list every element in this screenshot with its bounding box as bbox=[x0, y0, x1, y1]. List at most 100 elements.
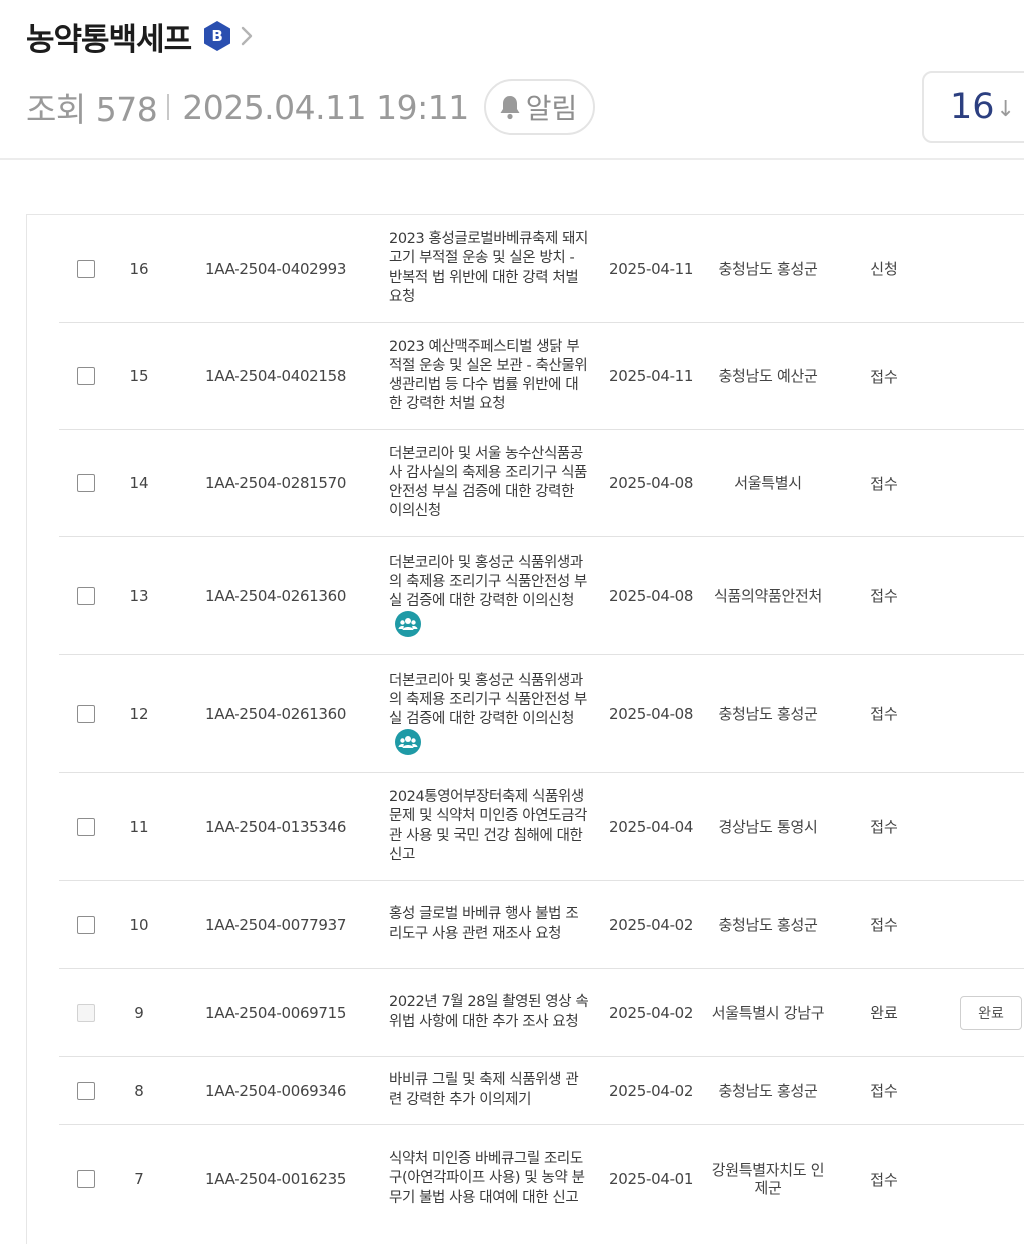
row-date: 2025-04-08 bbox=[609, 704, 694, 723]
row-status: 접수 bbox=[870, 367, 898, 386]
done-button[interactable]: 완료 bbox=[960, 995, 1022, 1030]
row-org: 충청남도 홍성군 bbox=[718, 1081, 818, 1100]
row-id: 1AA-2504-0135346 bbox=[205, 817, 347, 836]
row-id: 1AA-2504-0077937 bbox=[205, 915, 347, 934]
row-title[interactable]: 더본코리아 및 홍성군 식품위생과의 축제용 조리기구 식품안전성 부실 검증에… bbox=[389, 555, 587, 609]
alarm-button[interactable]: 알림 bbox=[483, 79, 596, 135]
row-checkbox[interactable] bbox=[77, 586, 95, 605]
row-date: 2025-04-02 bbox=[609, 915, 694, 934]
row-status: 접수 bbox=[870, 705, 898, 723]
row-date: 2025-04-08 bbox=[609, 586, 694, 605]
like-count: 16 bbox=[950, 87, 995, 127]
row-id: 1AA-2504-0402158 bbox=[205, 367, 347, 385]
meta-row: 조회 578 2025.04.11 19:11 알림 bbox=[26, 79, 596, 135]
row-org: 서울특별시 bbox=[734, 474, 802, 492]
row-checkbox[interactable] bbox=[77, 1081, 95, 1100]
row-checkbox[interactable] bbox=[77, 915, 95, 934]
badge-icon: B bbox=[201, 20, 233, 52]
row-date: 2025-04-04 bbox=[609, 817, 694, 836]
title-cell: 식약처 미인증 바베큐그릴 조리도구(아연각파이프 사용) 및 농약 분무기 불… bbox=[389, 1125, 589, 1233]
row-status: 접수 bbox=[870, 1170, 898, 1189]
row-number: 9 bbox=[134, 1003, 144, 1022]
row-checkbox[interactable] bbox=[77, 1170, 95, 1188]
check-cell bbox=[77, 215, 97, 322]
row-checkbox[interactable] bbox=[77, 474, 95, 492]
author-row: 농약통백세프 B bbox=[26, 14, 257, 58]
check-cell bbox=[77, 537, 97, 654]
people-icon bbox=[395, 729, 421, 756]
row-id: 1AA-2504-0069715 bbox=[205, 1003, 347, 1022]
row-org: 충청남도 홍성군 bbox=[718, 259, 818, 278]
row-title[interactable]: 더본코리아 및 서울 농수산식품공사 감사실의 축제용 조리기구 식품안전성 부… bbox=[389, 445, 589, 522]
row-number: 10 bbox=[129, 915, 149, 934]
title-cell: 바비큐 그릴 및 축제 식품위생 관련 강력한 추가 이의제기 bbox=[389, 1057, 589, 1124]
row-status: 완료 bbox=[870, 1004, 898, 1022]
title-wrap: 더본코리아 및 홍성군 식품위생과의 축제용 조리기구 식품안전성 부실 검증에… bbox=[389, 554, 589, 638]
table-row: 8 1AA-2504-0069346 바비큐 그릴 및 축제 식품위생 관련 강… bbox=[59, 1057, 1024, 1125]
row-status: 접수 bbox=[870, 1082, 898, 1100]
arrow-down-icon: ↓ bbox=[996, 96, 1015, 122]
row-title[interactable]: 2022년 7월 28일 촬영된 영상 속 위법 사항에 대한 추가 조사 요청 bbox=[389, 993, 589, 1031]
check-cell bbox=[77, 655, 97, 772]
check-cell bbox=[77, 969, 97, 1056]
alarm-label: 알림 bbox=[525, 92, 578, 125]
row-status: 접수 bbox=[870, 818, 898, 836]
row-status: 접수 bbox=[870, 474, 898, 493]
row-title[interactable]: 2023 예산맥주페스티벌 생닭 부적절 운송 및 실온 보관 - 축산물위생관… bbox=[389, 338, 589, 415]
row-title[interactable]: 2023 홍성글로벌바베큐축제 돼지고기 부적절 운송 및 실온 방치 - 반복… bbox=[389, 230, 589, 307]
like-count-button[interactable]: 16 ↓ bbox=[922, 71, 1024, 143]
badge-letter: B bbox=[211, 27, 223, 45]
row-date: 2025-04-01 bbox=[609, 1170, 694, 1188]
title-cell: 2023 예산맥주페스티벌 생닭 부적절 운송 및 실온 보관 - 축산물위생관… bbox=[389, 323, 589, 429]
row-id: 1AA-2504-0281570 bbox=[205, 474, 347, 492]
row-date: 2025-04-11 bbox=[609, 367, 694, 385]
table-row: 15 1AA-2504-0402158 2023 예산맥주페스티벌 생닭 부적절… bbox=[59, 323, 1024, 430]
row-date: 2025-04-02 bbox=[609, 1003, 694, 1022]
title-cell: 더본코리아 및 홍성군 식품위생과의 축제용 조리기구 식품안전성 부실 검증에… bbox=[389, 537, 589, 654]
row-number: 15 bbox=[129, 367, 149, 385]
row-id: 1AA-2504-0016235 bbox=[205, 1170, 347, 1188]
row-number: 14 bbox=[129, 474, 149, 492]
row-org: 식품의약품안전처 bbox=[713, 586, 822, 605]
row-checkbox[interactable] bbox=[77, 367, 95, 385]
row-checkbox-disabled bbox=[77, 1003, 95, 1022]
row-date: 2025-04-02 bbox=[609, 1081, 694, 1100]
title-cell: 더본코리아 및 홍성군 식품위생과의 축제용 조리기구 식품안전성 부실 검증에… bbox=[389, 655, 589, 772]
row-id: 1AA-2504-0402993 bbox=[205, 259, 347, 278]
row-org: 강원특별자치도 인제군 bbox=[711, 1161, 825, 1197]
table-row: 10 1AA-2504-0077937 홍성 글로벌 바베큐 행사 불법 조리도… bbox=[59, 881, 1024, 969]
view-count: 조회 578 bbox=[26, 90, 158, 129]
table-row: 16 1AA-2504-0402993 2023 홍성글로벌바베큐축제 돼지고기… bbox=[59, 215, 1024, 323]
table-row: 11 1AA-2504-0135346 2024통영어부장터축제 식품위생 문제… bbox=[59, 773, 1024, 881]
row-number: 12 bbox=[129, 704, 149, 723]
row-title[interactable]: 더본코리아 및 홍성군 식품위생과의 축제용 조리기구 식품안전성 부실 검증에… bbox=[389, 673, 587, 727]
author-name[interactable]: 농약통백세프 bbox=[26, 14, 192, 59]
table-row: 7 1AA-2504-0016235 식약처 미인증 바베큐그릴 조리도구(아연… bbox=[59, 1125, 1024, 1233]
row-org: 충청남도 홍성군 bbox=[718, 704, 818, 723]
title-wrap: 더본코리아 및 홍성군 식품위생과의 축제용 조리기구 식품안전성 부실 검증에… bbox=[389, 672, 589, 756]
row-id: 1AA-2504-0069346 bbox=[205, 1081, 347, 1100]
row-org: 충청남도 예산군 bbox=[718, 367, 818, 385]
row-checkbox[interactable] bbox=[77, 704, 95, 723]
table-row: 14 1AA-2504-0281570 더본코리아 및 서울 농수산식품공사 감… bbox=[59, 430, 1024, 537]
post-header: 농약통백세프 B 조회 578 2025.04.11 19:11 알림 16 ↓ bbox=[0, 0, 1024, 160]
chevron-right-icon[interactable] bbox=[237, 21, 257, 51]
row-number: 8 bbox=[134, 1081, 144, 1100]
row-number: 11 bbox=[129, 817, 149, 836]
bell-icon bbox=[500, 96, 520, 120]
row-checkbox[interactable] bbox=[77, 259, 95, 278]
check-cell bbox=[77, 430, 97, 536]
row-status: 신청 bbox=[870, 260, 898, 278]
row-checkbox[interactable] bbox=[77, 817, 95, 836]
title-cell: 2024통영어부장터축제 식품위생 문제 및 식약처 미인증 아연도금각관 사용… bbox=[389, 773, 589, 880]
row-title[interactable]: 홍성 글로벌 바베큐 행사 불법 조리도구 사용 관련 재조사 요청 bbox=[389, 905, 589, 943]
row-title[interactable]: 바비큐 그릴 및 축제 식품위생 관련 강력한 추가 이의제기 bbox=[389, 1071, 589, 1109]
row-org: 경상남도 통영시 bbox=[718, 817, 818, 836]
row-number: 7 bbox=[134, 1170, 144, 1188]
check-cell bbox=[77, 1125, 97, 1233]
row-title[interactable]: 식약처 미인증 바베큐그릴 조리도구(아연각파이프 사용) 및 농약 분무기 불… bbox=[389, 1150, 589, 1208]
title-cell: 더본코리아 및 서울 농수산식품공사 감사실의 축제용 조리기구 식품안전성 부… bbox=[389, 430, 589, 536]
row-org: 충청남도 홍성군 bbox=[718, 915, 818, 934]
check-cell bbox=[77, 773, 97, 880]
row-title[interactable]: 2024통영어부장터축제 식품위생 문제 및 식약처 미인증 아연도금각관 사용… bbox=[389, 788, 589, 865]
